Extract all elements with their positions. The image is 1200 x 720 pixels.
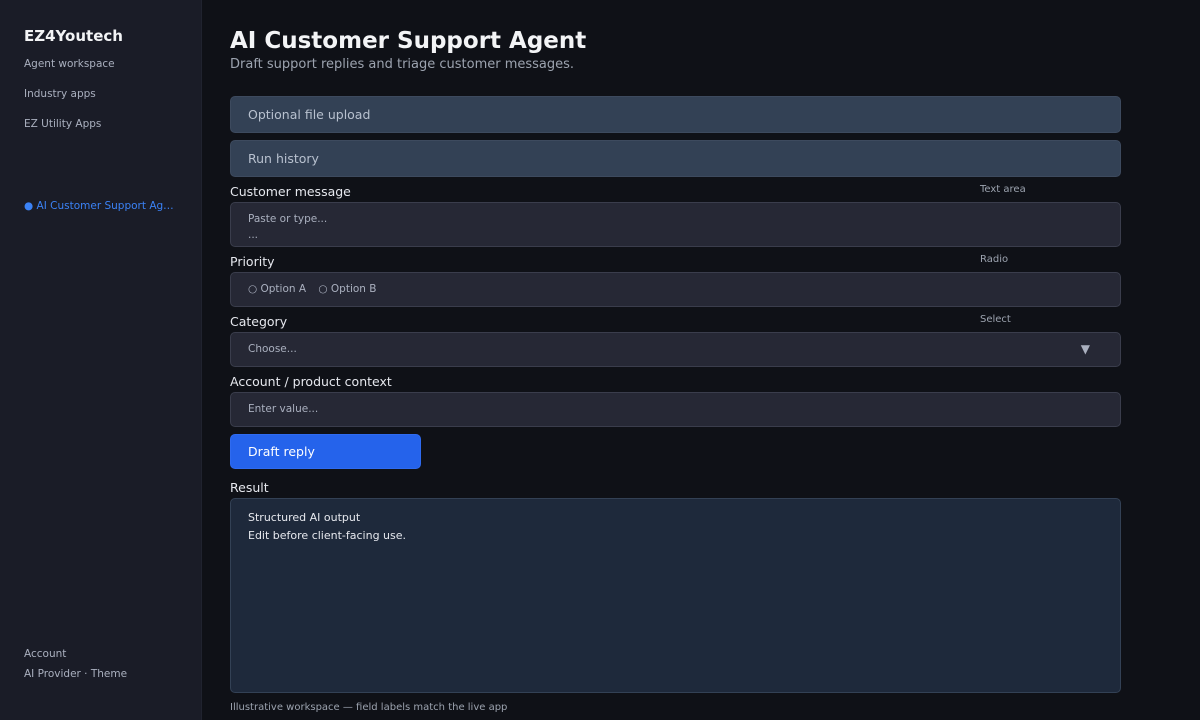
file-upload-expander[interactable]: Optional file upload [230, 96, 1121, 133]
brand-name: EZ4Youtech [24, 27, 123, 45]
sidebar: EZ4Youtech Agent workspace Industry apps… [0, 0, 202, 720]
account-link[interactable]: Account [24, 648, 66, 660]
page-title: AI Customer Support Agent [230, 28, 587, 54]
app-window: EZ4Youtech Agent workspace Industry apps… [0, 0, 1200, 720]
account-context-placeholder: Enter value... [248, 403, 319, 415]
main-content: AI Customer Support Agent Draft support … [230, 0, 1122, 720]
nav-active-label: AI Customer Support Agent [36, 200, 174, 212]
active-dot-icon: ● [24, 200, 34, 212]
customer-message-textarea[interactable]: Paste or type... ... [230, 202, 1121, 247]
nav-agent-workspace[interactable]: Agent workspace [24, 58, 115, 70]
run-history-expander[interactable]: Run history [230, 140, 1121, 177]
chevron-down-icon: ▼ [1080, 342, 1090, 356]
priority-label: Priority [230, 254, 275, 269]
provider-theme-link[interactable]: AI Provider · Theme [24, 668, 127, 680]
nav-ez-utility-apps[interactable]: EZ Utility Apps [24, 118, 101, 130]
result-panel: Structured AI output Edit before client-… [230, 498, 1121, 693]
account-context-input[interactable]: Enter value... [230, 392, 1121, 427]
page-subtitle: Draft support replies and triage custome… [230, 57, 575, 72]
footnote: Illustrative workspace — field labels ma… [230, 702, 508, 713]
result-line-2: Edit before client-facing use. [248, 529, 407, 542]
result-line-1: Structured AI output [248, 511, 361, 524]
category-placeholder: Choose... [248, 343, 297, 355]
priority-type: Radio [980, 254, 1009, 265]
customer-message-type: Text area [980, 184, 1026, 195]
account-context-label: Account / product context [230, 374, 392, 389]
nav-active-customer-support-agent[interactable]: ● AI Customer Support Agent [24, 200, 174, 212]
customer-message-placeholder: Paste or type... [248, 213, 328, 225]
category-type: Select [980, 314, 1011, 325]
customer-message-ellipsis: ... [248, 229, 259, 241]
result-label: Result [230, 480, 269, 495]
category-label: Category [230, 314, 288, 329]
customer-message-label: Customer message [230, 184, 351, 199]
priority-option-a[interactable]: ○ Option A [248, 273, 306, 306]
draft-reply-button[interactable]: Draft reply [230, 434, 421, 469]
category-select[interactable]: Choose... ▼ [230, 332, 1121, 367]
priority-radio-group: ○ Option A ○ Option B [230, 272, 1121, 307]
priority-option-b[interactable]: ○ Option B [318, 273, 376, 306]
nav-industry-apps[interactable]: Industry apps [24, 88, 96, 100]
